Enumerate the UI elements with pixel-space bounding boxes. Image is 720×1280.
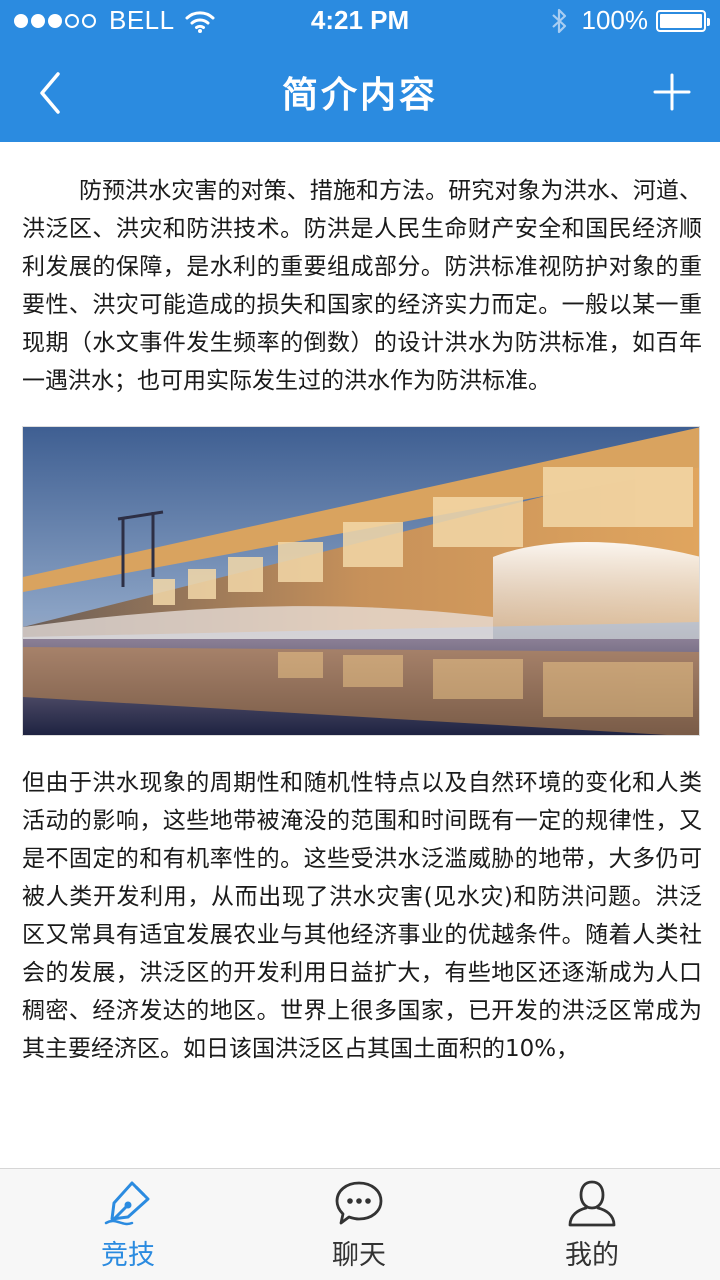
add-button[interactable] [652,72,692,112]
tab-compete[interactable]: 竞技 [48,1177,208,1272]
bluetooth-icon [551,8,566,33]
tab-chat[interactable]: 聊天 [279,1177,439,1272]
bottom-tab-bar: 竞技 聊天 我的 [0,1168,720,1280]
tab-compete-label: 竞技 [101,1240,155,1271]
battery-percent: 100% [581,5,649,35]
article-paragraph-2: 但由于洪水现象的周期性和随机性特点以及自然环境的变化和人类活动的影响，这些地带被… [22,770,702,1062]
tab-chat-label: 聊天 [332,1240,386,1271]
chat-bubble-icon [335,1181,383,1225]
pen-nib-icon [104,1181,150,1226]
dam-photo [22,426,700,736]
battery-icon [656,9,710,32]
page-title: 简介内容 [281,75,438,116]
article-paragraph-1: 防预洪水灾害的对策、措施和方法。研究对象为洪水、河道、洪泛区、洪灾和防洪技术。防… [22,178,702,394]
status-right: 100% [550,5,710,36]
battery-level [660,13,702,28]
app-header: BELL 4:21 PM 100% 简介内容 [0,0,720,142]
tab-profile-label: 我的 [565,1240,619,1271]
person-icon [568,1180,616,1227]
article-content: 防预洪水灾害的对策、措施和方法。研究对象为洪水、河道、洪泛区、洪灾和防洪技术。防… [22,172,702,1068]
dam-illustration [23,427,699,735]
tab-profile[interactable]: 我的 [512,1177,672,1272]
status-bar: BELL 4:21 PM 100% [0,0,720,40]
